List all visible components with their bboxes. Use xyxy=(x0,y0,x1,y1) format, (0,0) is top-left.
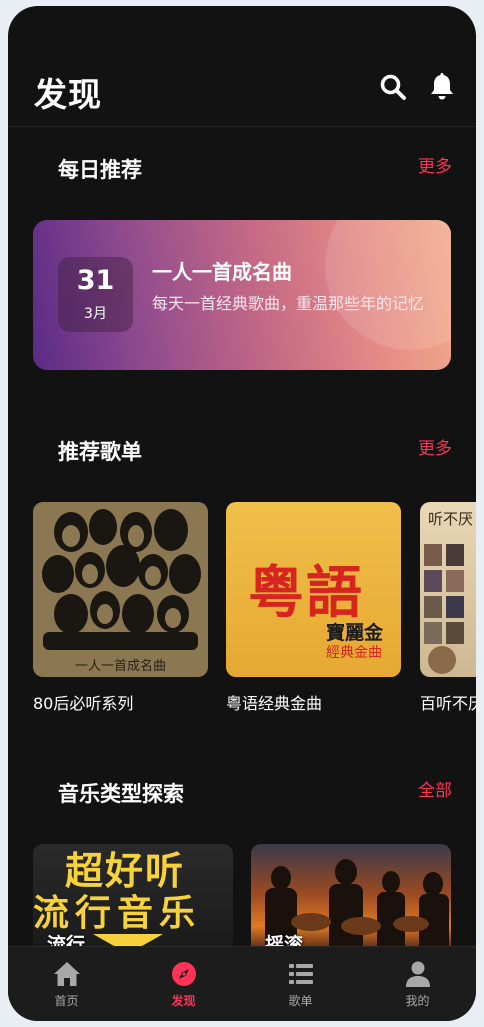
date-day: 31 xyxy=(76,265,115,296)
home-icon xyxy=(54,962,80,986)
playlist-card[interactable]: 粤語 寶麗金 經典金曲 粤语经典金曲 xyxy=(226,502,401,714)
playlist-cover: 听不厌 xyxy=(420,502,476,677)
playlist-name: 百听不厌 xyxy=(420,694,476,713)
genre-card-pop[interactable]: 超好听 流行音乐 流行 xyxy=(33,844,233,954)
playlist-card[interactable]: 听不厌 百听不厌 xyxy=(420,502,476,714)
tab-label: 首页 xyxy=(54,994,79,1008)
tab-home[interactable]: 首页 xyxy=(8,947,125,1021)
playlist-cover-caption: 一人一首成名曲 xyxy=(74,659,166,674)
card-decoration xyxy=(325,220,451,350)
portraits-collage-image xyxy=(424,544,464,674)
playlist-name: 粤语经典金曲 xyxy=(226,694,323,713)
playlist-cover-title: 粤語 xyxy=(248,560,364,626)
daily-title: 一人一首成名曲 xyxy=(152,260,292,284)
search-icon[interactable] xyxy=(378,72,408,102)
playlists-section-title: 推荐歌单 xyxy=(58,440,142,464)
playlist-name: 80后必听系列 xyxy=(33,694,134,713)
page-title: 发现 xyxy=(34,75,102,114)
tab-label: 我的 xyxy=(405,994,430,1008)
compass-icon xyxy=(172,962,196,986)
tab-discover[interactable]: 发现 xyxy=(125,947,242,1021)
daily-more-link[interactable]: 更多 xyxy=(418,152,452,177)
bell-icon[interactable] xyxy=(427,72,457,102)
user-icon xyxy=(406,961,430,987)
genres-all-link[interactable]: 全部 xyxy=(418,776,452,801)
tab-profile[interactable]: 我的 xyxy=(359,947,476,1021)
daily-recommend-card[interactable]: 31 3月 一人一首成名曲 每天一首经典歌曲，重温那些年的记忆 xyxy=(33,220,451,370)
list-icon xyxy=(289,964,313,984)
top-header: 发现 xyxy=(8,6,476,127)
playlist-cover: 粤語 寶麗金 經典金曲 xyxy=(226,502,401,677)
faces-collage-image xyxy=(42,509,201,650)
genres-section-title: 音乐类型探索 xyxy=(58,782,184,806)
genre-card-rock[interactable]: 摇滚 xyxy=(251,844,451,954)
daily-subtitle: 每天一首经典歌曲，重温那些年的记忆 xyxy=(152,294,425,313)
date-month: 3月 xyxy=(84,306,107,322)
tab-label: 歌单 xyxy=(288,994,313,1008)
playlist-cover: 一人一首成名曲 xyxy=(33,502,208,677)
daily-section-title: 每日推荐 xyxy=(58,158,142,182)
genre-banner-line2: 流行音乐 xyxy=(33,893,202,934)
date-badge: 31 3月 xyxy=(58,257,133,332)
app-screen: 发现 每日推荐 更多 31 3月 一人一首成名曲 每天一首经典歌曲，重温那些年的… xyxy=(8,6,476,1021)
playlist-cover-subtitle2: 經典金曲 xyxy=(326,645,382,661)
tab-label: 发现 xyxy=(171,994,196,1008)
playlist-card[interactable]: 一人一首成名曲 80后必听系列 xyxy=(33,502,208,714)
tab-playlists[interactable]: 歌单 xyxy=(242,947,359,1021)
bottom-tab-bar: 首页 发现 歌单 我的 xyxy=(8,946,476,1021)
playlists-more-link[interactable]: 更多 xyxy=(418,434,452,459)
playlist-cover-title: 听不厌 xyxy=(428,510,474,528)
playlist-cover-subtitle: 寶麗金 xyxy=(326,622,384,644)
